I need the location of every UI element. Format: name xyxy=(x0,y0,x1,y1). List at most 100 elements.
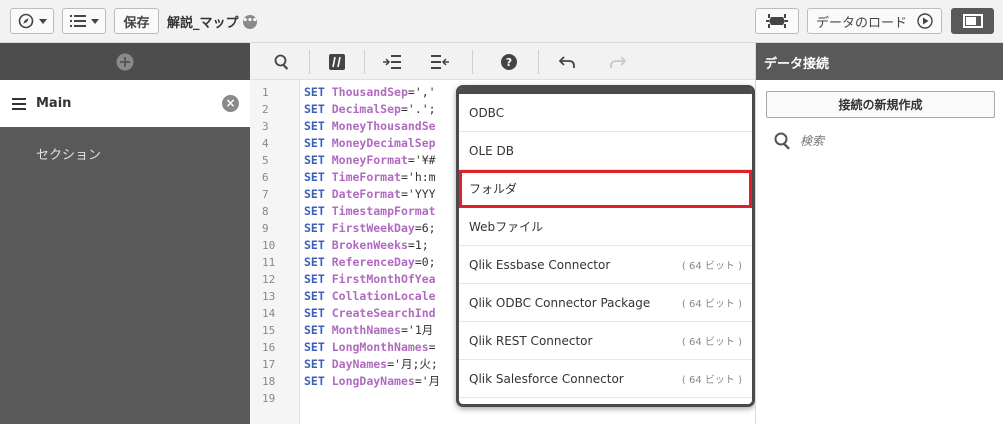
connection-type-item[interactable]: フォルダ xyxy=(459,170,752,208)
code-variable: BrokenWeeks xyxy=(331,238,408,252)
code-keyword: SET xyxy=(304,119,325,133)
code-value: =',' xyxy=(407,85,436,99)
undo-icon xyxy=(559,56,575,68)
line-number: 5 xyxy=(262,154,269,167)
code-keyword: SET xyxy=(304,255,325,269)
drag-handle-icon[interactable] xyxy=(12,97,26,110)
connection-type-item[interactable]: Qlik REST Connector ( 64 ビット ) xyxy=(459,322,752,360)
code-line: SET TimestampFormat xyxy=(304,203,455,220)
bug-icon xyxy=(766,14,788,28)
editor-toolbar: ? xyxy=(250,43,755,80)
data-connections-panel: データ接続 接続の新規作成 xyxy=(755,43,1003,424)
outdent-button[interactable] xyxy=(429,52,451,72)
indent-button[interactable] xyxy=(381,52,403,72)
toggle-panel-button[interactable] xyxy=(951,8,994,34)
code-value: ='.'; xyxy=(400,102,436,116)
comment-toggle-icon xyxy=(329,54,345,70)
code-line: SET LongDayNames='月 xyxy=(304,373,455,390)
line-number: 2 xyxy=(262,103,269,116)
save-button[interactable]: 保存 xyxy=(114,8,159,34)
sidebar-header xyxy=(0,43,250,80)
connection-type-item[interactable]: Webファイル xyxy=(459,208,752,246)
code-line: SET DateFormat='YYY xyxy=(304,186,455,203)
add-section-icon[interactable] xyxy=(116,53,134,71)
code-line: SET MoneyDecimalSep xyxy=(304,135,455,152)
navigation-menu-button[interactable] xyxy=(10,8,54,34)
line-number: 3 xyxy=(262,120,269,133)
code-variable: TimeFormat xyxy=(331,170,401,184)
more-options-icon[interactable]: ••• xyxy=(242,14,258,29)
bitness-label: ( 64 ビット ) xyxy=(681,337,742,348)
connection-type-item[interactable]: Qlik Essbase Connector ( 64 ビット ) xyxy=(459,246,752,284)
bitness-label: ( 64 ビット ) xyxy=(681,299,742,310)
connection-type-item[interactable]: ODBC xyxy=(459,94,752,132)
debug-button[interactable] xyxy=(755,8,799,34)
connection-type-label: Webファイル xyxy=(469,220,544,234)
indent-icon xyxy=(383,55,401,69)
create-new-connection-button[interactable]: 接続の新規作成 xyxy=(766,91,995,118)
line-number: 9 xyxy=(262,222,269,235)
code-variable: CollationLocale xyxy=(331,289,436,303)
connection-search xyxy=(774,132,1003,150)
load-data-label: データのロード xyxy=(815,15,907,31)
code-keyword: SET xyxy=(304,204,325,218)
code-keyword: SET xyxy=(304,102,325,116)
panel-title: データ接続 xyxy=(756,43,1003,80)
section-item-main[interactable]: Main × xyxy=(0,80,250,127)
list-icon xyxy=(69,15,86,27)
code-value: =0; xyxy=(414,255,436,269)
code-line: SET ReferenceDay=0; xyxy=(304,254,455,271)
search-button[interactable] xyxy=(271,52,293,72)
svg-text:?: ? xyxy=(506,56,512,69)
bitness-label: ( 64 ビット ) xyxy=(681,375,742,386)
code-value: ='h:m xyxy=(400,170,436,184)
code-line: SET CollationLocale xyxy=(304,288,455,305)
code-value: ='¥# xyxy=(407,153,436,167)
connection-type-item[interactable]: Qlik Salesforce Connector ( 64 ビット ) xyxy=(459,360,752,398)
line-number: 15 xyxy=(262,324,276,337)
script-editor[interactable]: SET ThousandSep=',' SET DecimalSep='.'; SE… xyxy=(304,84,455,404)
code-value: ='1月 xyxy=(400,323,434,337)
code-variable: MoneyThousandSe xyxy=(331,119,436,133)
connection-type-item[interactable]: Qlik ODBC Connector Package ( 64 ビット ) xyxy=(459,284,752,322)
code-variable: DateFormat xyxy=(331,187,401,201)
connection-type-label: OLE DB xyxy=(469,143,514,158)
undo-button[interactable] xyxy=(556,52,578,72)
code-value: ='月;火; xyxy=(387,357,438,371)
line-number: 17 xyxy=(262,358,276,371)
comment-button[interactable] xyxy=(326,52,348,72)
line-number: 14 xyxy=(262,307,276,320)
code-keyword: SET xyxy=(304,306,325,320)
code-line: SET BrokenWeeks=1; xyxy=(304,237,455,254)
code-variable: ReferenceDay xyxy=(331,255,415,269)
connection-type-label: Qlik ODBC Connector Package xyxy=(469,295,651,310)
code-variable: FirstWeekDay xyxy=(331,221,415,235)
code-line: SET FirstWeekDay=6; xyxy=(304,220,455,237)
code-keyword: SET xyxy=(304,187,325,201)
line-number: 11 xyxy=(262,256,276,269)
code-keyword: SET xyxy=(304,221,325,235)
chevron-down-icon xyxy=(90,18,99,24)
code-keyword: SET xyxy=(304,136,325,150)
line-number: 4 xyxy=(262,137,269,150)
search-input[interactable] xyxy=(800,134,980,148)
redo-button[interactable] xyxy=(607,52,629,72)
section-label: セクション xyxy=(36,148,102,163)
load-data-button[interactable]: データのロード xyxy=(807,8,942,34)
code-keyword: SET xyxy=(304,323,325,337)
line-number: 6 xyxy=(262,171,269,184)
code-keyword: SET xyxy=(304,374,325,388)
close-icon[interactable]: × xyxy=(222,95,239,112)
help-button[interactable]: ? xyxy=(498,52,520,72)
code-line: SET CreateSearchInd xyxy=(304,305,455,322)
list-menu-button[interactable] xyxy=(62,8,106,34)
code-keyword: SET xyxy=(304,85,325,99)
help-icon: ? xyxy=(501,54,517,70)
code-line: SET MonthNames='1月 xyxy=(304,322,455,339)
connection-type-label: ODBC xyxy=(469,105,505,120)
code-value: ='YYY xyxy=(400,187,436,201)
code-variable: DecimalSep xyxy=(331,102,401,116)
connection-type-item[interactable]: OLE DB xyxy=(459,132,752,170)
connection-type-label: Qlik Essbase Connector xyxy=(469,257,611,272)
code-keyword: SET xyxy=(304,238,325,252)
